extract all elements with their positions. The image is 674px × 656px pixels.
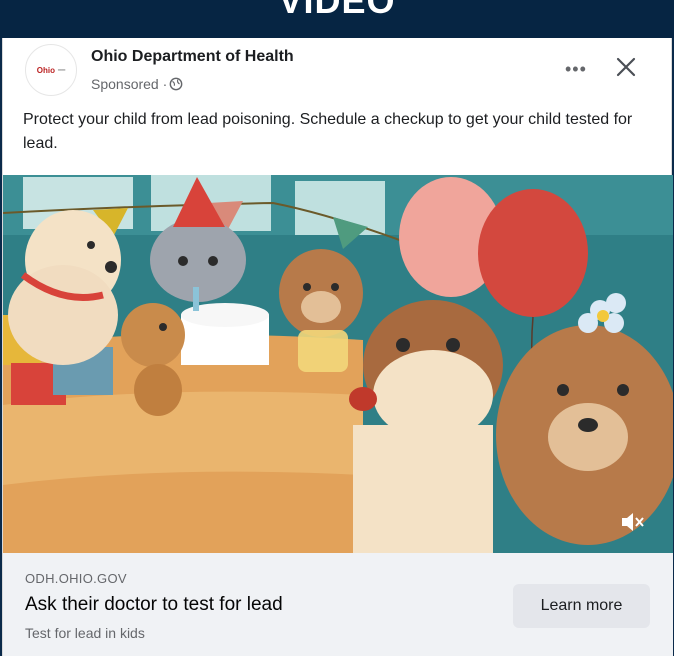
sponsored-label: Sponsored ·: [91, 76, 183, 92]
video-banner: VIDEO: [0, 0, 674, 38]
more-options-icon[interactable]: •••: [565, 59, 587, 80]
avatar-logo-text: Ohio: [36, 65, 55, 75]
link-domain: ODH.OHIO.GOV: [25, 571, 127, 586]
link-description: Test for lead in kids: [25, 625, 145, 641]
sponsored-post: Ohio ━━ Ohio Department of Health Sponso…: [2, 38, 673, 656]
link-headline[interactable]: Ask their doctor to test for lead: [25, 594, 283, 616]
advertiser-name[interactable]: Ohio Department of Health: [91, 48, 294, 66]
close-icon[interactable]: [613, 54, 639, 80]
sponsored-text: Sponsored ·: [91, 76, 168, 92]
ad-screenshot: VIDEO Ohio ━━ Ohio Department of Health …: [0, 0, 674, 656]
learn-more-button[interactable]: Learn more: [513, 584, 650, 628]
party-animals-illustration: [3, 175, 673, 553]
globe-icon[interactable]: [169, 77, 183, 91]
video-player[interactable]: [3, 175, 673, 553]
ad-message: Protect your child from lead poisoning. …: [23, 111, 633, 152]
avatar-logo-mark: ━━: [57, 67, 66, 74]
link-preview[interactable]: ODH.OHIO.GOV Ask their doctor to test fo…: [3, 553, 673, 656]
post-header: Ohio ━━ Ohio Department of Health Sponso…: [3, 38, 671, 104]
advertiser-avatar[interactable]: Ohio ━━: [25, 44, 77, 96]
banner-title: VIDEO: [278, 0, 396, 21]
speaker-muted-icon[interactable]: [618, 508, 646, 536]
